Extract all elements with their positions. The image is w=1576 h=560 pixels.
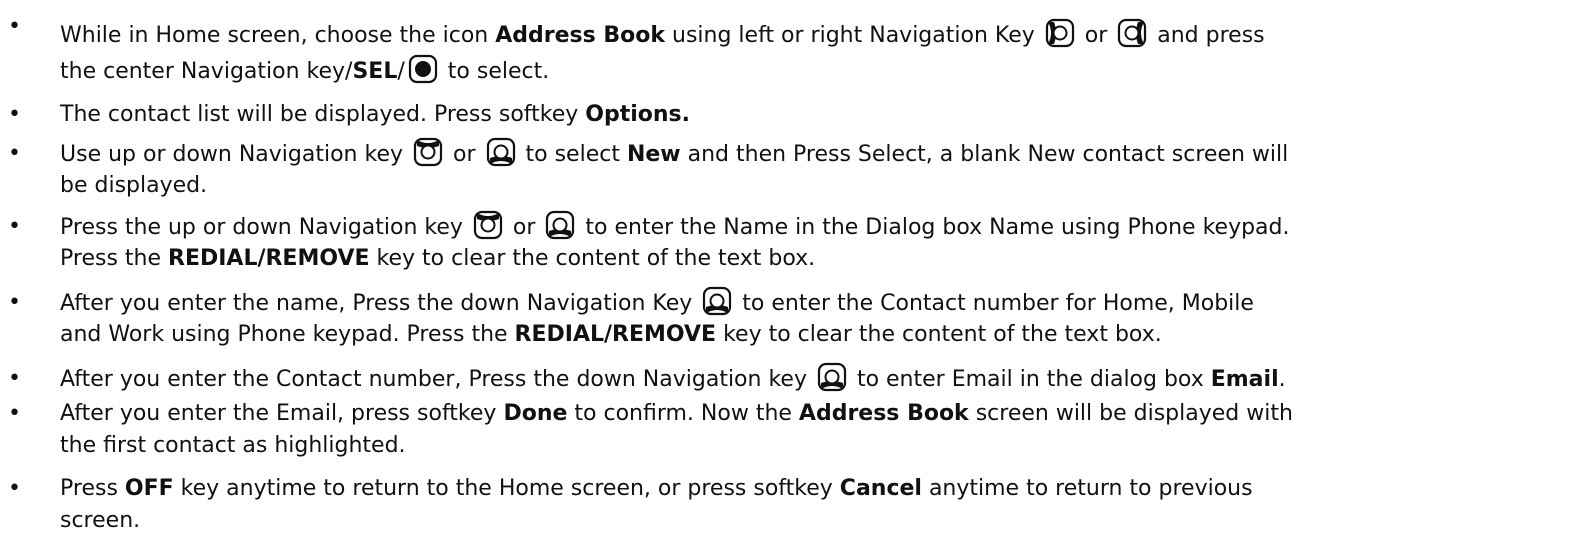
step-text: After you enter the Contact number, Pres…: [60, 367, 814, 392]
bullet: •: [8, 366, 21, 391]
bullet: •: [8, 476, 21, 501]
step-text: .: [1278, 367, 1286, 392]
step-text: to confirm. Now the: [567, 401, 799, 426]
bullet: •: [8, 290, 21, 315]
nav-up-key-icon: [473, 210, 503, 240]
step-text: and press: [1150, 23, 1265, 48]
step-line: While in Home screen, choose the icon Ad…: [60, 18, 1570, 52]
emphasis-term: SEL: [352, 59, 398, 84]
step-text: While in Home screen, choose the icon: [60, 23, 496, 48]
step-text: or: [505, 215, 543, 240]
step-text: to enter Email in the dialog box: [849, 367, 1211, 392]
step-5: • After you enter the name, Press the do…: [0, 286, 1576, 352]
step-2: • The contact list will be displayed. Pr…: [0, 98, 1576, 131]
emphasis-term: Email: [1210, 367, 1279, 392]
step-text: Press the: [60, 246, 168, 271]
step-3: • Use up or down Navigation key or to se…: [0, 137, 1576, 203]
bullet: •: [8, 102, 21, 127]
nav-down-key-icon: [486, 137, 516, 167]
step-line: Press the REDIAL/REMOVE key to clear the…: [60, 242, 1570, 275]
emphasis-term: REDIAL/REMOVE: [168, 246, 370, 271]
step-4: • Press the up or down Navigation key or…: [0, 210, 1576, 276]
step-line: The contact list will be displayed. Pres…: [60, 98, 1570, 131]
step-line: After you enter the Contact number, Pres…: [60, 362, 1570, 396]
step-line: After you enter the Email, press softkey…: [60, 397, 1570, 430]
step-1: • While in Home screen, choose the icon …: [0, 10, 1576, 86]
nav-down-key-icon: [817, 362, 847, 392]
emphasis-term: New: [626, 142, 681, 167]
step-6: • After you enter the Contact number, Pr…: [0, 362, 1576, 395]
bullet: •: [8, 141, 21, 166]
step-text: After you enter the Email, press softkey: [60, 401, 504, 426]
emphasis-term: OFF: [124, 476, 174, 501]
step-text: the center Navigation key/: [60, 59, 353, 84]
bullet: •: [8, 14, 21, 39]
step-text: be displayed.: [60, 173, 208, 198]
step-8: • Press OFF key anytime to return to the…: [0, 472, 1576, 538]
step-line: Use up or down Navigation key or to sele…: [60, 137, 1570, 171]
step-text: screen will be displayed with: [968, 401, 1293, 426]
step-text: and then Press Select, a blank New conta…: [680, 142, 1289, 167]
step-text: anytime to return to previous: [921, 476, 1253, 501]
step-text: Use up or down Navigation key: [60, 142, 411, 167]
nav-down-key-icon: [545, 210, 575, 240]
nav-left-key-icon: [1045, 18, 1075, 48]
step-text: to select: [518, 142, 627, 167]
bullet: •: [8, 401, 21, 426]
step-text: /: [397, 59, 405, 84]
emphasis-term: Cancel: [839, 476, 922, 501]
step-line: Press the up or down Navigation key or t…: [60, 210, 1570, 244]
nav-up-key-icon: [413, 137, 443, 167]
step-text: to enter the Name in the Dialog box Name…: [578, 215, 1290, 240]
step-line: screen.: [60, 504, 1570, 537]
emphasis-term: Done: [503, 401, 568, 426]
step-line: the first contact as highlighted.: [60, 429, 1570, 462]
step-text: screen.: [60, 508, 141, 533]
step-line: the center Navigation key/SEL/ to select…: [60, 54, 1570, 88]
step-text: key to clear the content of the text box…: [369, 246, 816, 271]
step-text: or: [446, 142, 483, 167]
emphasis-term: REDIAL/REMOVE: [514, 322, 717, 347]
step-line: be displayed.: [60, 169, 1570, 202]
step-text: key to clear the content of the text box…: [716, 322, 1162, 347]
step-line: Press OFF key anytime to return to the H…: [60, 472, 1570, 505]
step-line: After you enter the name, Press the down…: [60, 286, 1570, 320]
emphasis-term: Address Book: [495, 23, 666, 48]
step-text: or: [1077, 23, 1115, 48]
step-text: to enter the Contact number for Home, Mo…: [735, 291, 1254, 316]
nav-center-key-icon: [408, 54, 438, 84]
step-text: Press: [60, 476, 125, 501]
step-text: the first contact as highlighted.: [60, 433, 406, 458]
step-text: After you enter the name, Press the down…: [60, 291, 700, 316]
emphasis-term: Options.: [585, 102, 691, 127]
step-text: using left or right Navigation Key: [665, 23, 1042, 48]
step-text: and Work using Phone keypad. Press the: [60, 322, 515, 347]
step-line: and Work using Phone keypad. Press the R…: [60, 318, 1570, 351]
nav-down-key-icon: [702, 286, 732, 316]
step-text: The contact list will be displayed. Pres…: [60, 102, 586, 127]
step-text: key anytime to return to the Home screen…: [173, 476, 840, 501]
emphasis-term: Address Book: [798, 401, 969, 426]
step-7: • After you enter the Email, press softk…: [0, 397, 1576, 463]
step-text: Press the up or down Navigation key: [60, 215, 470, 240]
bullet: •: [8, 214, 21, 239]
step-text: to select.: [440, 59, 550, 84]
nav-right-key-icon: [1117, 18, 1147, 48]
